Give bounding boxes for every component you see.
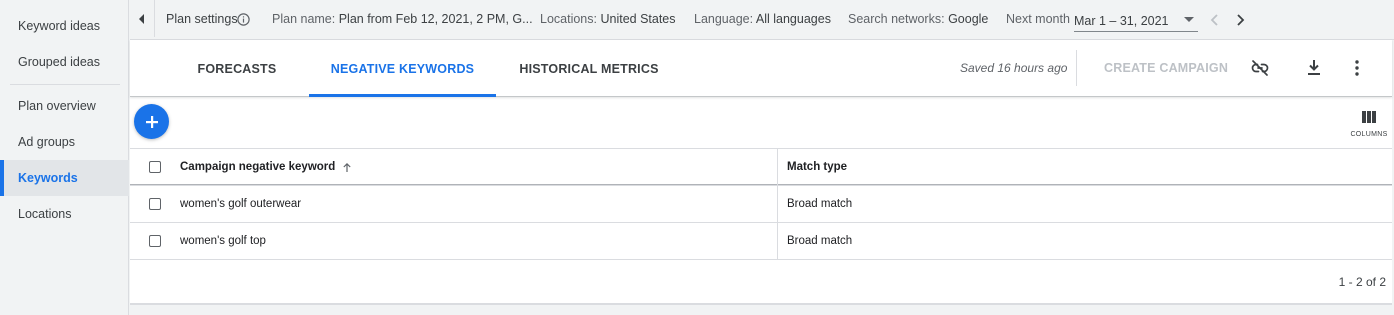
keyword-planner-page: Keyword ideas Grouped ideas Plan overvie… <box>0 0 1394 315</box>
column-divider <box>777 186 778 223</box>
match-type-text: Broad match <box>787 235 853 247</box>
tab-label: HISTORICAL METRICS <box>519 61 659 76</box>
add-negative-keyword-button[interactable] <box>134 104 169 139</box>
keyword-column-header[interactable]: Campaign negative keyword <box>180 149 352 185</box>
plan-settings-bar: Plan settings Plan name: Plan from Feb 1… <box>130 0 1394 40</box>
tab-label: NEGATIVE KEYWORDS <box>330 61 475 76</box>
collapse-sidebar-button[interactable] <box>130 0 155 37</box>
locations-label: Locations: <box>540 12 597 26</box>
match-type-cell[interactable]: Broad match <box>787 186 852 222</box>
match-type-header-label: Match type <box>787 161 848 173</box>
add-icon <box>145 115 158 128</box>
main-panel: FORECASTS NEGATIVE KEYWORDS HISTORICAL M… <box>130 40 1392 303</box>
sidebar-divider <box>10 84 120 85</box>
keyword-text: women's golf top <box>180 235 266 247</box>
chevron-right-icon[interactable] <box>1235 13 1245 27</box>
match-type-column-header[interactable]: Match type <box>787 149 847 185</box>
keyword-cell: women's golf outerwear <box>180 186 301 222</box>
locations-value: United States <box>600 12 676 26</box>
sidebar-item-plan-overview[interactable]: Plan overview <box>0 88 129 124</box>
table-row: women's golf outerwear Broad match <box>130 185 1392 223</box>
negative-keywords-table: Campaign negative keyword Match type wom… <box>130 148 1392 260</box>
chevron-left-icon <box>139 13 144 24</box>
match-type-cell[interactable]: Broad match <box>787 223 852 259</box>
forecast-period-label: Next month <box>1006 12 1070 26</box>
sidebar-item-label: Locations <box>18 207 72 221</box>
info-icon[interactable] <box>237 13 250 26</box>
sidebar-item-ad-groups[interactable]: Ad groups <box>0 124 129 160</box>
panel-bottom-border <box>130 303 1392 305</box>
saved-status: Saved 16 hours ago <box>960 61 1068 75</box>
table-header-row: Campaign negative keyword Match type <box>130 148 1392 186</box>
table-pagination: 1 - 2 of 2 <box>130 259 1392 303</box>
language-setting[interactable]: Language: All languages <box>694 12 831 26</box>
column-divider <box>777 223 778 260</box>
sidebar-item-label: Grouped ideas <box>18 55 101 69</box>
sidebar-item-locations[interactable]: Locations <box>0 196 129 232</box>
plan-name-value: Plan from Feb 12, 2021, 2 PM, G... <box>338 12 533 26</box>
language-value: All languages <box>755 12 831 26</box>
chevron-left-icon[interactable] <box>1210 13 1220 27</box>
more-vert-icon[interactable] <box>1352 58 1362 78</box>
table-row: women's golf top Broad match <box>130 222 1392 260</box>
tab-bar: FORECASTS NEGATIVE KEYWORDS HISTORICAL M… <box>130 40 1392 97</box>
date-range-value: Mar 1 – 31, 2021 <box>1074 13 1169 28</box>
locations-setting[interactable]: Locations: United States <box>540 12 676 26</box>
tab-forecasts[interactable]: FORECASTS <box>185 40 289 97</box>
row-checkbox[interactable] <box>149 235 161 247</box>
keyword-header-label: Campaign negative keyword <box>180 161 336 173</box>
search-networks-value: Google <box>948 12 989 26</box>
dropdown-caret-icon <box>1184 17 1194 22</box>
search-networks-label: Search networks: <box>848 12 945 26</box>
sidebar-item-label: Ad groups <box>18 135 75 149</box>
download-icon[interactable] <box>1305 58 1323 78</box>
column-divider <box>777 149 778 186</box>
link-off-icon[interactable] <box>1250 58 1270 78</box>
row-checkbox[interactable] <box>149 198 161 210</box>
search-networks-setting[interactable]: Search networks: Google <box>848 12 988 26</box>
plan-settings-label[interactable]: Plan settings <box>166 12 238 26</box>
create-campaign-button[interactable]: CREATE CAMPAIGN <box>1104 61 1228 75</box>
sidebar-item-keywords[interactable]: Keywords <box>0 160 129 196</box>
keyword-text: women's golf outerwear <box>180 198 302 210</box>
sidebar-item-label: Keyword ideas <box>18 19 100 33</box>
columns-label: COLUMNS <box>1350 131 1388 138</box>
select-all-checkbox[interactable] <box>149 161 161 173</box>
tab-negative-keywords[interactable]: NEGATIVE KEYWORDS <box>309 40 496 97</box>
plan-name-label: Plan name: <box>272 12 336 26</box>
sidebar-item-keyword-ideas[interactable]: Keyword ideas <box>0 8 129 44</box>
tab-historical-metrics[interactable]: HISTORICAL METRICS <box>512 40 666 97</box>
sidebar-item-label: Keywords <box>18 171 78 185</box>
columns-icon <box>1362 111 1376 123</box>
match-type-text: Broad match <box>787 198 853 210</box>
pagination-text: 1 - 2 of 2 <box>1338 275 1386 289</box>
sidebar-item-label: Plan overview <box>18 99 96 113</box>
columns-button[interactable]: COLUMNS <box>1349 110 1389 138</box>
date-range-select[interactable]: Mar 1 – 31, 2021 <box>1074 10 1198 32</box>
keyword-cell: women's golf top <box>180 223 266 259</box>
tab-label: FORECASTS <box>197 61 277 76</box>
sidebar-item-grouped-ideas[interactable]: Grouped ideas <box>0 44 129 80</box>
plan-name[interactable]: Plan name: Plan from Feb 12, 2021, 2 PM,… <box>272 12 533 26</box>
sort-arrow-up-icon <box>343 162 351 172</box>
toolbar-divider <box>1076 50 1077 86</box>
sidebar-nav: Keyword ideas Grouped ideas Plan overvie… <box>0 0 129 315</box>
language-label: Language: <box>694 12 754 26</box>
